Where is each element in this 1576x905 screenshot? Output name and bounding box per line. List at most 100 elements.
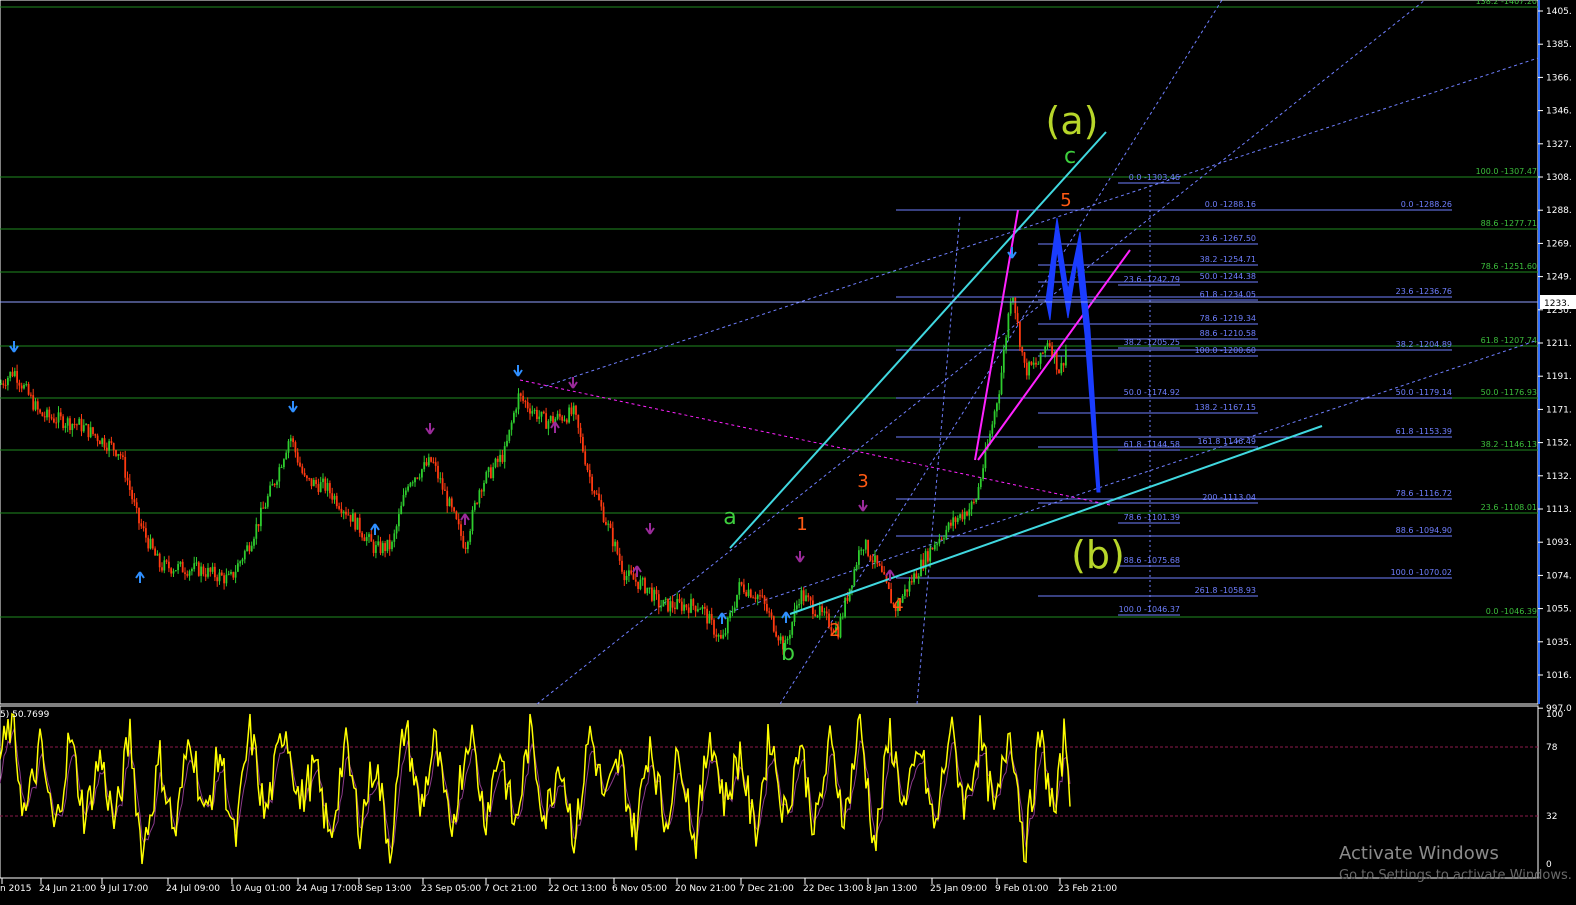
candle-body	[347, 514, 350, 516]
price-chart[interactable]: 138.2 -1407.20 100.0 -1307.47 88.6 -1277.7…	[0, 0, 1576, 905]
candle-body	[717, 634, 720, 637]
candle-body	[632, 573, 635, 580]
candle-body	[172, 571, 175, 574]
candle-body	[246, 545, 248, 552]
candle-body	[36, 401, 39, 410]
candle-body	[1060, 363, 1063, 374]
candle-body	[138, 507, 140, 524]
candle-body	[598, 493, 600, 501]
fib-right-label: 23.6 -1108.01	[1481, 503, 1537, 512]
candle-body	[1028, 361, 1030, 376]
fractal-arrow-icon	[288, 401, 298, 413]
stoch-level-label: 100	[1546, 710, 1563, 720]
fib-inner-label: 23.6 -1267.50	[1200, 234, 1256, 243]
candle-body	[556, 413, 559, 419]
candle-body	[197, 562, 200, 576]
fib-outer-label: 78.6 -1116.72	[1396, 489, 1452, 498]
candle-body	[404, 490, 407, 495]
candle-body	[41, 412, 44, 417]
candle-body	[749, 589, 752, 598]
candle-body	[411, 482, 414, 484]
wave-label: c	[1064, 144, 1076, 169]
time-tick-label: 24 Aug 17:00	[296, 884, 357, 894]
wave-label: (a)	[1046, 99, 1099, 143]
candle-body	[398, 514, 400, 527]
candle-body	[938, 538, 941, 544]
candle-body	[745, 592, 748, 596]
candle-body	[910, 581, 913, 583]
candle-body	[214, 566, 216, 578]
candle-body	[287, 441, 290, 453]
candle-body	[188, 571, 191, 576]
candle-body	[319, 482, 322, 492]
candle-body	[46, 409, 48, 418]
time-tick-label: 24 Jun 21:00	[39, 884, 96, 894]
candle-body	[724, 633, 727, 635]
candle-body	[662, 599, 665, 607]
candle-body	[303, 472, 306, 476]
candle-body	[306, 475, 308, 479]
candle-body	[715, 634, 718, 637]
wave-label: b	[781, 641, 795, 666]
candle-body	[1000, 372, 1003, 395]
price-axis: 1405. 1385. 1366. 1346. 1327. 1308. 1288. 1269.…	[1538, 7, 1572, 714]
dotted-line	[916, 214, 961, 705]
candle-body	[648, 587, 651, 589]
candle-body	[103, 438, 106, 448]
candle-body	[473, 502, 476, 510]
candle-body	[929, 547, 932, 562]
candle-body	[237, 563, 239, 572]
candle-body	[671, 601, 674, 608]
candle-body	[135, 502, 138, 508]
candle-body	[761, 595, 764, 597]
price-tick-label: 1093.	[1546, 538, 1572, 548]
candle-body	[73, 423, 76, 425]
candle-body	[280, 467, 283, 469]
candle-body	[85, 424, 87, 426]
candle-body	[1025, 362, 1028, 376]
candle-body	[917, 576, 920, 579]
candle-body	[708, 613, 711, 624]
fib-outer-label: 0.0 -1288.26	[1401, 200, 1452, 209]
candle-body	[133, 499, 136, 503]
candle-body	[1030, 361, 1033, 365]
candle-body	[793, 609, 796, 622]
candle-body	[241, 559, 244, 562]
candle-body	[593, 491, 596, 494]
price-tick-label: 1288.	[1546, 206, 1572, 216]
candle-body	[358, 517, 361, 533]
wave-label: 4	[892, 595, 903, 616]
candle-body	[853, 569, 856, 586]
candle-body	[561, 416, 564, 421]
candle-body	[775, 631, 777, 637]
candle-body	[570, 407, 573, 415]
fib-outer-label: 61.8 -1153.39	[1396, 427, 1452, 436]
candle-body	[409, 483, 412, 487]
candle-body	[156, 553, 159, 556]
candle-body	[1044, 346, 1047, 353]
price-tick-label: 1055.	[1546, 605, 1572, 615]
candle-body	[869, 555, 872, 561]
candle-body	[1019, 322, 1021, 347]
fractal-arrow-icon	[568, 377, 578, 389]
candle-body	[533, 409, 536, 412]
candle-body	[427, 457, 430, 466]
candle-body	[448, 498, 451, 507]
candle-body	[982, 468, 984, 479]
candle-body	[1065, 350, 1067, 366]
candle-body	[464, 547, 467, 550]
candle-body	[174, 570, 177, 572]
candle-body	[540, 411, 543, 417]
candle-body	[87, 424, 90, 438]
price-tick-label: 1016.	[1546, 671, 1572, 681]
candle-body	[851, 585, 853, 589]
candle-body	[867, 539, 869, 556]
candle-body	[959, 514, 961, 519]
candle-body	[430, 457, 432, 462]
time-tick-label: 22 Dec 13:00	[803, 884, 864, 894]
candle-body	[462, 535, 465, 548]
candle-body	[204, 574, 207, 577]
candle-body	[333, 495, 336, 500]
candle-body	[552, 416, 554, 423]
candle-body	[460, 524, 462, 536]
